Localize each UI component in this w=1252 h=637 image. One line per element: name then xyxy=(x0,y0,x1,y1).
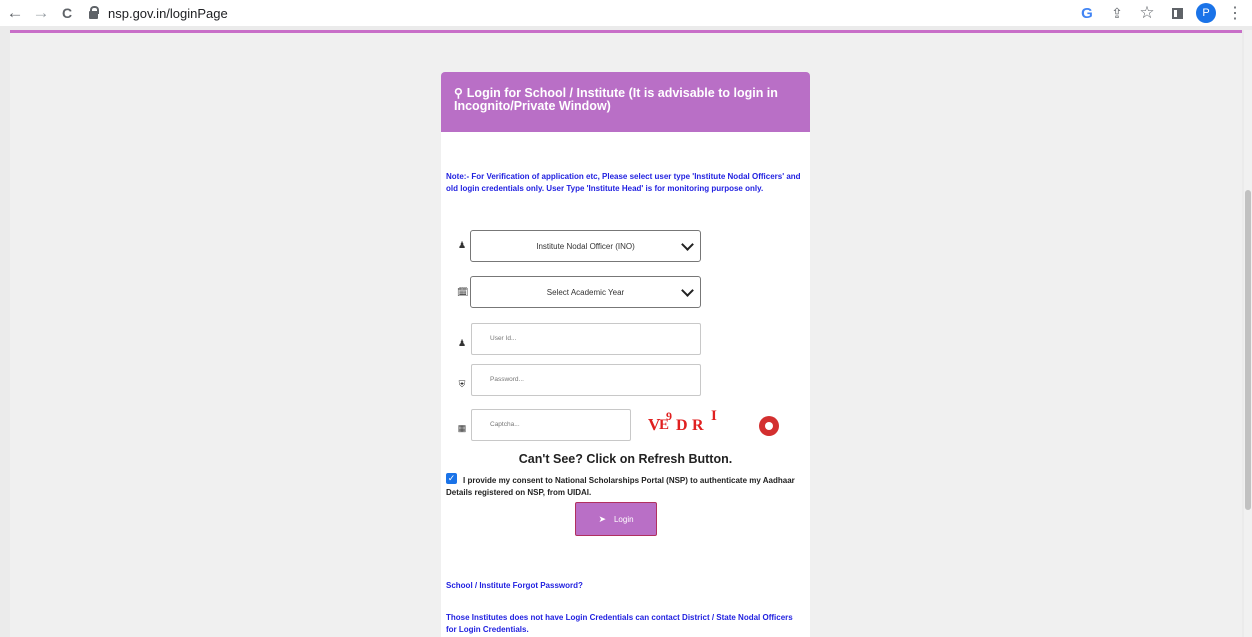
password-placeholder: Password... xyxy=(490,376,524,383)
user-type-value: Institute Nodal Officer (INO) xyxy=(536,241,635,251)
verification-note: Note:- For Verification of application e… xyxy=(446,172,801,193)
login-card-header: ⚲ Login for School / Institute (It is adv… xyxy=(441,72,810,132)
calendar-icon: 🗓 xyxy=(457,287,469,297)
share-icon[interactable]: ⇪ xyxy=(1106,2,1128,24)
captcha-placeholder: Captcha... xyxy=(490,421,520,428)
password-input[interactable]: Password... xyxy=(471,364,701,396)
chevron-down-icon xyxy=(681,284,694,297)
login-button[interactable]: ➤ Login xyxy=(575,502,657,536)
menu-icon[interactable]: ⋮ xyxy=(1224,2,1246,24)
user-id-placeholder: User Id... xyxy=(490,335,517,342)
login-title: Login for School / Institute (It is advi… xyxy=(454,86,778,113)
refresh-captcha-icon[interactable] xyxy=(759,416,779,436)
shield-icon: ⛨ xyxy=(458,379,466,389)
back-icon[interactable]: ← xyxy=(4,2,26,24)
scrollbar-thumb[interactable] xyxy=(1245,190,1251,510)
chevron-down-icon xyxy=(681,238,694,251)
browser-toolbar: ← → C nsp.gov.in/loginPage G ⇪ ☆ P ⋮ xyxy=(0,0,1252,26)
consent-text: I provide my consent to National Scholar… xyxy=(446,476,795,497)
qr-icon: ▦ xyxy=(457,423,467,433)
user-icon: ♟ xyxy=(457,338,467,348)
academic-year-value: Select Academic Year xyxy=(546,287,625,297)
cant-see-text: Can't See? Click on Refresh Button. xyxy=(518,452,733,466)
lock-icon xyxy=(88,6,100,20)
profile-avatar[interactable]: P xyxy=(1196,3,1216,23)
reload-icon[interactable]: C xyxy=(56,2,78,24)
url-text: nsp.gov.in/loginPage xyxy=(108,5,228,21)
user-type-select[interactable]: Institute Nodal Officer (INO) xyxy=(470,230,701,262)
user-icon: ♟ xyxy=(457,240,467,250)
captcha-image: V E 9 D R I xyxy=(648,408,717,434)
forgot-password-link[interactable]: School / Institute Forgot Password? xyxy=(446,580,802,592)
paper-plane-icon: ➤ xyxy=(598,513,606,524)
academic-year-select[interactable]: Select Academic Year xyxy=(470,276,701,308)
google-icon[interactable]: G xyxy=(1076,2,1098,24)
contact-officers-note: Those Institutes does not have Login Cre… xyxy=(446,613,793,634)
scrollbar[interactable] xyxy=(1244,30,1252,637)
user-id-input[interactable]: User Id... xyxy=(471,323,701,355)
star-icon[interactable]: ☆ xyxy=(1136,2,1158,24)
address-bar[interactable]: nsp.gov.in/loginPage xyxy=(88,6,228,21)
login-label: Login xyxy=(613,514,634,524)
side-panel-icon[interactable] xyxy=(1166,2,1188,24)
forward-icon[interactable]: → xyxy=(30,2,52,24)
captcha-input[interactable]: Captcha... xyxy=(471,409,631,441)
